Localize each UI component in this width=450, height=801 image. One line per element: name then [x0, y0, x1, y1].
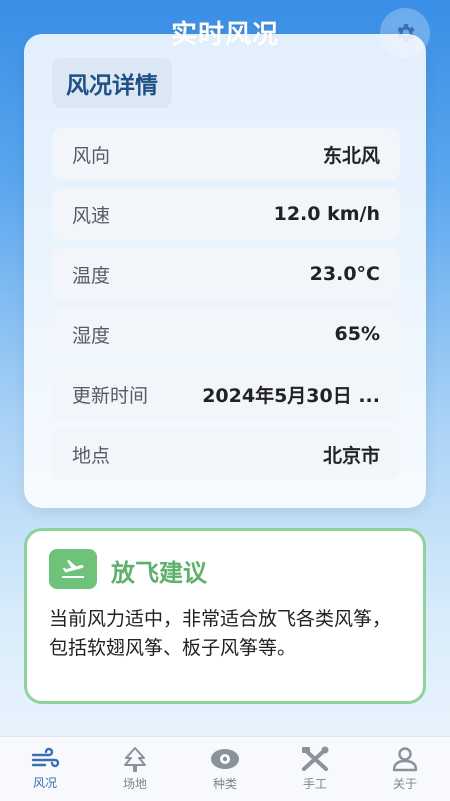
detail-label: 风向 — [72, 144, 111, 167]
detail-value: 东北风 — [322, 144, 380, 167]
detail-label: 温度 — [72, 264, 111, 287]
nav-label: 关于 — [392, 777, 417, 791]
detail-value: 北京市 — [322, 444, 380, 467]
detail-value: 12.0 km/h — [273, 203, 380, 225]
detail-row-temperature: 温度 23.0°C — [52, 248, 400, 300]
detail-label: 地点 — [72, 444, 111, 467]
nav-item-wind[interactable]: 风况 — [0, 737, 90, 801]
person-icon — [392, 747, 418, 772]
advice-text: 当前风力适中，非常适合放飞各类风筝，包括软翅风筝、板子风筝等。 — [49, 608, 392, 659]
detail-row-update-time: 更新时间 2024年5月30日 ... — [52, 368, 400, 420]
tools-icon — [302, 746, 329, 771]
advice-title: 放飞建议 — [111, 559, 207, 587]
detail-value: 2024年5月30日 ... — [202, 384, 380, 407]
nav-label: 手工 — [302, 777, 327, 791]
detail-row-wind-direction: 风向 东北风 — [52, 128, 400, 180]
eye-icon — [211, 749, 239, 769]
flying-advice-card: 放飞建议 当前风力适中，非常适合放飞各类风筝，包括软翅风筝、板子风筝等。 — [24, 528, 426, 704]
detail-label: 更新时间 — [72, 384, 149, 407]
bottom-nav: 风况 场地 种类 手工 关于 — [0, 736, 450, 801]
detail-row-humidity: 湿度 65% — [52, 308, 400, 360]
detail-value: 23.0°C — [309, 263, 380, 285]
nav-item-venue[interactable]: 场地 — [90, 737, 180, 801]
detail-label: 风速 — [72, 204, 111, 227]
tree-icon — [124, 747, 146, 772]
nav-label: 场地 — [122, 777, 147, 791]
nav-item-about[interactable]: 关于 — [360, 737, 450, 801]
detail-value: 65% — [334, 323, 380, 345]
wind-details-card: 风况详情 风向 东北风 风速 12.0 km/h 温度 23.0°C 湿度 65… — [24, 34, 426, 508]
nav-label: 种类 — [212, 777, 237, 791]
detail-label: 湿度 — [72, 324, 111, 347]
nav-item-types[interactable]: 种类 — [180, 737, 270, 801]
wind-icon — [31, 747, 60, 768]
detail-row-wind-speed: 风速 12.0 km/h — [52, 188, 400, 240]
nav-item-crafts[interactable]: 手工 — [270, 737, 360, 801]
nav-label: 风况 — [32, 776, 57, 790]
takeoff-icon — [49, 549, 97, 589]
detail-row-location: 地点 北京市 — [52, 428, 400, 480]
section-title: 风况详情 — [52, 58, 172, 108]
